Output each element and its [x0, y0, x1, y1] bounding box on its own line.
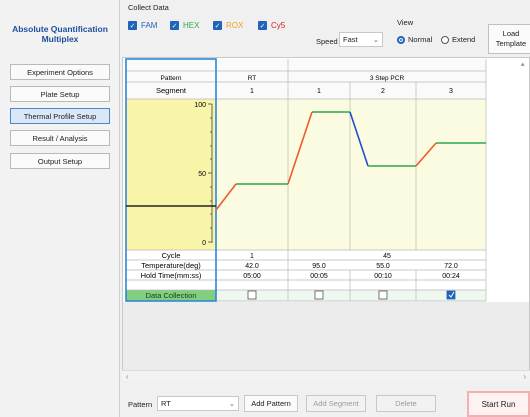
chevron-down-icon: ⌄ — [228, 399, 235, 408]
pattern-label: Pattern — [128, 400, 153, 409]
add-segment-button[interactable]: Add Segment — [306, 395, 366, 412]
segment-number: 1 — [317, 88, 321, 95]
horizontal-scrollbar[interactable]: ‹ › — [122, 370, 530, 381]
pattern-name-3step: 3 Step PCR — [370, 75, 405, 82]
segment-header: Segment — [156, 86, 187, 95]
data-collection-checkbox[interactable] — [314, 290, 324, 300]
y-tick-label: 50 — [198, 171, 206, 178]
data-collection-checkbox[interactable] — [378, 290, 388, 300]
temperature-value[interactable]: 72.0 — [444, 263, 458, 270]
empty-area — [123, 302, 529, 370]
data-collection-checkbox[interactable] — [247, 290, 257, 300]
segment-number: 1 — [250, 88, 254, 95]
cycle-value[interactable]: 1 — [250, 253, 254, 260]
chart-area — [216, 99, 486, 250]
temperature-label: Temperature(deg) — [141, 261, 201, 270]
y-tick-label: 100 — [194, 102, 206, 109]
delete-button[interactable]: Delete — [376, 395, 436, 412]
pattern-select[interactable]: RT ⌄ — [157, 396, 239, 411]
scroll-up-icon[interactable]: ▴ — [521, 60, 525, 68]
table-header-bg — [126, 59, 486, 71]
data-collection-row-bg — [216, 290, 486, 301]
start-run-button[interactable]: Start Run — [467, 391, 530, 417]
segment-number: 3 — [449, 88, 453, 95]
cycle-label: Cycle — [162, 251, 181, 260]
temperature-value[interactable]: 42.0 — [245, 263, 259, 270]
scroll-left-icon[interactable]: ‹ — [126, 372, 129, 381]
hold-time-value[interactable]: 05:00 — [243, 273, 261, 280]
pattern-name-rt: RT — [248, 75, 257, 82]
pattern-select-value: RT — [161, 399, 171, 408]
hold-time-value[interactable]: 00:24 — [442, 273, 460, 280]
thermal-profile-table: Pattern RT 3 Step PCR Segment 1 1 2 3 10… — [123, 58, 529, 370]
add-pattern-button[interactable]: Add Pattern — [244, 395, 298, 412]
segment-number: 2 — [381, 88, 385, 95]
hold-time-value[interactable]: 00:10 — [374, 273, 392, 280]
hold-time-value[interactable]: 00:05 — [310, 273, 328, 280]
temperature-value[interactable]: 95.0 — [312, 263, 326, 270]
pattern-header: Pattern — [161, 75, 182, 82]
y-tick-label: 0 — [202, 240, 206, 247]
scroll-right-icon[interactable]: › — [523, 372, 526, 381]
cycle-value[interactable]: 45 — [383, 253, 391, 260]
temperature-value[interactable]: 55.0 — [376, 263, 390, 270]
hold-time-label: Hold Time(mm:ss) — [141, 271, 202, 280]
data-collection-label: Data Collection — [146, 291, 197, 300]
